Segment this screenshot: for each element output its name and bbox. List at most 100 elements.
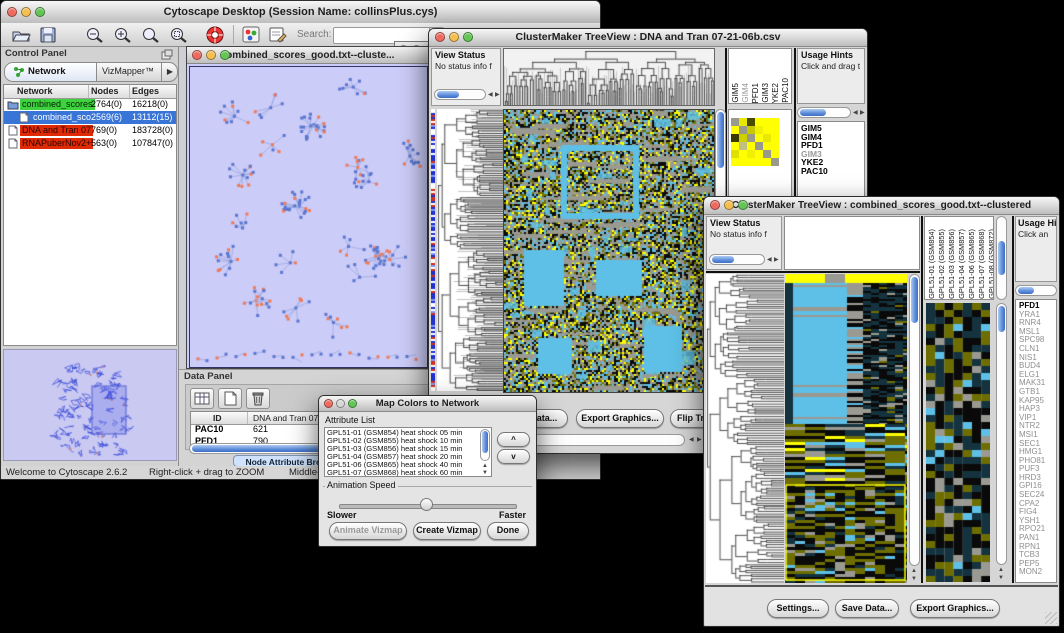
button-settings-[interactable]: Settings... [767,599,829,618]
birdseye-panel[interactable] [3,349,177,461]
vizmapper-icon[interactable] [242,26,261,44]
button-create-vizmap[interactable]: Create Vizmap [413,522,481,540]
nodes-count: 769(0) [91,125,117,135]
table-mode-button[interactable] [190,388,214,409]
tab-vizmapper[interactable]: VizMapper™ [97,63,161,81]
speed-slider-thumb[interactable] [420,498,433,511]
frame-close-button[interactable] [192,50,202,60]
edges-count: 13112(15) [132,112,172,122]
network-frame[interactable]: combined_scores_good.txt--cluste... [186,46,429,369]
zoom-window-button[interactable] [738,200,748,210]
birdseye-canvas[interactable] [4,350,176,460]
tab-network[interactable]: Network [5,63,97,81]
move-up-button[interactable]: ^ [497,432,530,447]
treeview1-titlebar[interactable]: ClusterMaker TreeView : DNA and Tran 07-… [429,29,867,47]
resize-grip[interactable] [1045,612,1057,624]
tv2-global-vscrollbar[interactable] [909,274,920,566]
close-button[interactable] [435,32,445,42]
button-export-graphics-[interactable]: Export Graphics... [910,599,1000,618]
save-icon[interactable] [39,26,57,44]
heatmap-cell [763,142,771,150]
frame-minimize-button[interactable] [206,50,216,60]
scroll-left-icon[interactable]: ◀ [488,92,493,98]
network-table-header[interactable]: Network Nodes Edges [4,85,176,99]
zoom-in-icon[interactable] [113,26,133,44]
status-zoom-hint: Right-click + drag to ZOOM [149,467,264,478]
scroll-right-icon[interactable]: ▶ [774,257,779,263]
tv1-heatmap-canvas[interactable] [503,109,715,393]
tv2-column-dendrogram-area[interactable] [784,216,920,270]
scroll-down-icon[interactable]: ▼ [911,576,917,582]
network-tab-icon [13,66,25,78]
zoom-fit-icon[interactable] [141,26,161,44]
more-tabs-button[interactable]: ▶ [161,63,178,81]
tab-vizmapper-label: VizMapper™ [102,66,154,76]
tv1-row-dendrogram-canvas[interactable] [437,109,503,391]
button-export-graphics-[interactable]: Export Graphics... [576,409,664,428]
zoom-out-icon[interactable] [85,26,105,44]
table-row[interactable]: RNAPuberNov2+563(0)107847(0) [4,137,176,150]
scroll-up-icon[interactable]: ▲ [911,568,917,574]
tv2-zoom-vscrollbar[interactable] [996,303,1007,565]
minimize-button[interactable] [336,399,345,408]
scroll-down-icon[interactable]: ▼ [998,575,1004,581]
scroll-up-icon[interactable]: ▲ [998,567,1004,573]
heatmap-cell [731,134,739,142]
heatmap-cell [739,118,747,126]
tv2-global-heatmap-canvas[interactable] [785,274,907,583]
frame-zoom-button[interactable] [220,50,230,60]
table-row[interactable]: combined_scores2764(0)16218(0) [4,98,176,111]
heatmap-cell [755,150,763,158]
network-view[interactable] [189,66,428,368]
tv1-usage-hscrollbar[interactable] [797,107,851,118]
zoom-selected-icon[interactable] [169,26,189,44]
scroll-left-icon[interactable]: ◀ [767,257,772,263]
scroll-left-icon[interactable]: ◀ [689,437,694,443]
heatmap-cell [755,158,763,166]
scroll-right-icon[interactable]: ▶ [495,92,500,98]
minimize-button[interactable] [724,200,734,210]
main-titlebar[interactable]: Cytoscape Desktop (Session Name: collins… [1,1,600,24]
move-down-button[interactable]: v [497,449,530,464]
tv2-row-dendrogram-canvas[interactable] [706,274,784,583]
close-button[interactable] [710,200,720,210]
tv1-status-hscrollbar[interactable] [434,89,486,100]
list-item[interactable]: GPL51-07 (GSM868) heat shock 60 min [327,469,463,477]
scroll-down-icon[interactable]: ▼ [482,470,488,476]
scroll-up-icon[interactable]: ▲ [482,463,488,469]
tv2-usage-hscrollbar[interactable] [1015,285,1057,296]
button-done[interactable]: Done [487,522,529,540]
minimize-button[interactable] [449,32,459,42]
tv1-zoom-heatmap[interactable] [731,118,779,166]
tv2-label-vscrollbar[interactable] [996,216,1007,300]
table-row[interactable]: combined_sco2569(6)13112(15) [4,111,176,124]
annotation-icon[interactable] [268,26,288,44]
tv1-column-dendrogram-canvas[interactable] [503,48,715,106]
attribute-list-vscrollbar[interactable] [480,429,490,461]
button-save-data-[interactable]: Save Data... [835,599,899,618]
float-panel-icon[interactable] [161,49,173,60]
close-button[interactable] [7,7,17,17]
attribute-listbox[interactable]: GPL51-01 (GSM854) heat shock 05 minGPL51… [324,427,492,477]
treeview2-titlebar[interactable]: ClusterMaker TreeView : combined_scores_… [704,197,1059,215]
table-row[interactable]: DNA and Tran 07769(0)183728(0) [4,124,176,137]
attribute-list-label: Attribute List [325,415,375,425]
network-canvas[interactable] [190,67,425,365]
zoom-window-button[interactable] [463,32,473,42]
close-button[interactable] [324,399,333,408]
tv2-status-hscrollbar[interactable] [709,254,765,265]
scroll-left-icon[interactable]: ◀ [853,110,858,116]
tv2-usage-hints: Usage Hi Click an [1015,216,1057,282]
column-label: GPL51-04 (GSM857) [957,229,966,299]
zoom-window-button[interactable] [348,399,357,408]
delete-attribute-icon[interactable] [246,388,270,409]
minimize-button[interactable] [21,7,31,17]
scroll-right-icon[interactable]: ▶ [860,110,865,116]
scroll-right-icon[interactable]: ▶ [697,437,702,443]
button-animate-vizmap[interactable]: Animate Vizmap [329,522,407,540]
open-folder-icon[interactable] [11,26,31,44]
help-lifesaver-icon[interactable] [205,25,225,45]
zoom-window-button[interactable] [35,7,45,17]
new-attribute-button[interactable] [218,388,242,409]
tv2-zoom-heatmap-canvas[interactable] [926,303,990,582]
